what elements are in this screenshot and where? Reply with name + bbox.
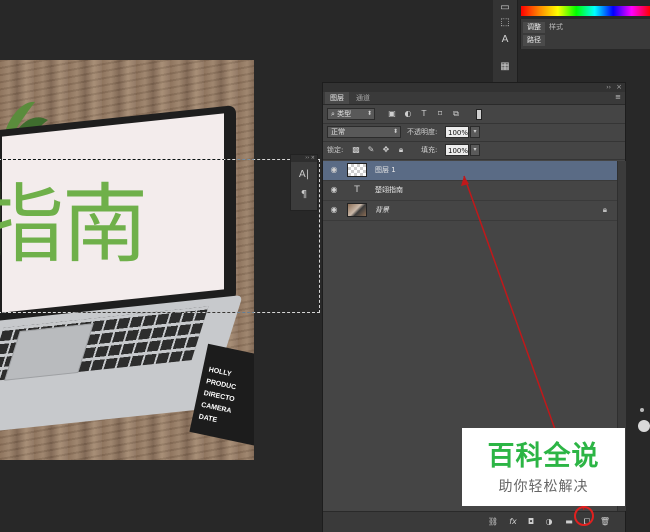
clapper-line: HOLLY [207,366,232,379]
watermark-subtitle: 助你轻松解决 [498,479,589,495]
swatches-grid-icon[interactable]: ▦ [498,60,512,74]
layer-row-background[interactable]: ◉ 背景 🔒︎ [323,201,617,221]
adjustment-filter-icon[interactable]: ◐ [403,109,413,119]
eye-icon[interactable]: ◉ [328,205,340,215]
layer-row-text[interactable]: ◉ T 楚翊指南 [323,181,617,201]
lock-row: 锁定: ▩ ✎ ✥ 🔒︎ 填充: 100% ▾ [323,141,625,160]
layer-row-layer1[interactable]: ◉ 图层 1 [323,161,617,181]
adjustment-icon[interactable]: ◑ [543,516,555,528]
panel-menu-icon[interactable]: ≡ [615,93,621,101]
clapper-line: DATE [197,413,218,425]
history-icon[interactable]: ▭ [498,1,512,15]
link-icon[interactable]: ⛓ [487,516,499,528]
layer-name: 楚翊指南 [375,186,403,194]
opacity-slider-button[interactable]: ▾ [470,126,480,138]
scroll-dot [640,408,644,412]
filter-toggle-switch[interactable] [476,109,482,120]
layer-name: 图层 1 [375,166,396,174]
smart-object-filter-icon[interactable]: ⧉ [451,109,461,119]
new-layer-icon[interactable]: ⧠ [581,516,593,528]
tab-layers[interactable]: 图层 [325,92,349,104]
collapse-icon[interactable]: ›› [606,83,611,92]
tab-paths[interactable]: 路径 [523,35,545,46]
blend-row: 正常 ⬍ 不透明度: 100% ▾ [323,123,625,142]
lock-position-icon[interactable]: ✥ [381,145,391,155]
cursor-mark [638,420,650,432]
adjustments-panel: 调整 样式 路径 [520,19,650,49]
clapper-line: CAMERA [200,401,232,415]
pixel-filter-icon[interactable]: ▣ [387,109,397,119]
lock-all-icon[interactable]: 🔒︎ [396,145,406,155]
chevron-down-icon: ⬍ [392,128,398,135]
blend-mode-label: 正常 [331,128,345,136]
character-mini-panel: ›› × A| ¶ [290,154,318,211]
layer-thumbnail [347,163,367,177]
fill-label: 填充: [421,146,438,154]
chevron-down-icon: ⬍ [366,110,372,117]
opacity-label: 不透明度: [407,128,438,136]
tab-styles[interactable]: 样式 [545,22,567,33]
text-layer-icon: T [354,185,360,195]
lock-icon: 🔒︎ [602,205,607,214]
clapper-line: PRODUC [205,378,237,392]
layer-thumbnail [347,203,367,217]
clapper-line: DIRECTO [202,389,236,404]
fill-input[interactable]: 100% [445,144,469,156]
panel-icon-strip: ▭ ⬚ A ▦ [493,0,518,82]
filter-kind-dropdown[interactable]: ⌕ 类型 ⬍ [327,108,375,120]
tab-adjustments[interactable]: 调整 [523,22,545,33]
watermark-title: 百科全说 [487,441,600,472]
panel-title-bar[interactable]: ›› × [323,83,625,92]
paragraph-icon[interactable]: ¶ [298,189,310,201]
type-filter-icon[interactable]: T [419,109,429,119]
blend-mode-dropdown[interactable]: 正常 ⬍ [327,126,401,138]
layer-filter-row: ⌕ 类型 ⬍ ▣ ◐ T ⌑ ⧉ [323,105,625,124]
brush-preset-icon[interactable]: ⬚ [498,16,512,30]
panel-tabs: 图层 通道 ≡ [323,92,625,105]
color-spectrum[interactable] [521,6,650,16]
watermark-logo: 百科全说 助你轻松解决 [462,428,625,506]
fill-slider-button[interactable]: ▾ [470,144,480,156]
collapse-icon[interactable]: ›› × [291,155,317,162]
lock-label: 锁定: [327,146,344,154]
eye-icon[interactable]: ◉ [328,165,340,175]
close-icon[interactable]: × [616,83,622,92]
character-panel-icon[interactable]: A [498,33,512,47]
eye-icon[interactable]: ◉ [328,185,340,195]
lock-transparent-icon[interactable]: ▩ [351,145,361,155]
tab-channels[interactable]: 通道 [351,92,375,104]
layers-bottom-bar: ⛓ fx ◘ ◑ ▬ ⧠ 🗑︎ [323,511,625,532]
layer-name: 背景 [375,206,389,214]
marquee-selection[interactable] [0,159,320,313]
shape-filter-icon[interactable]: ⌑ [435,109,445,119]
mask-icon[interactable]: ◘ [525,516,537,528]
lock-brush-icon[interactable]: ✎ [366,145,376,155]
fx-icon[interactable]: fx [507,516,519,528]
character-icon[interactable]: A| [298,169,310,181]
opacity-input[interactable]: 100% [445,126,469,138]
folder-icon[interactable]: ▬ [563,516,575,528]
trash-icon[interactable]: 🗑︎ [599,516,611,528]
filter-kind-label: 类型 [337,110,352,118]
